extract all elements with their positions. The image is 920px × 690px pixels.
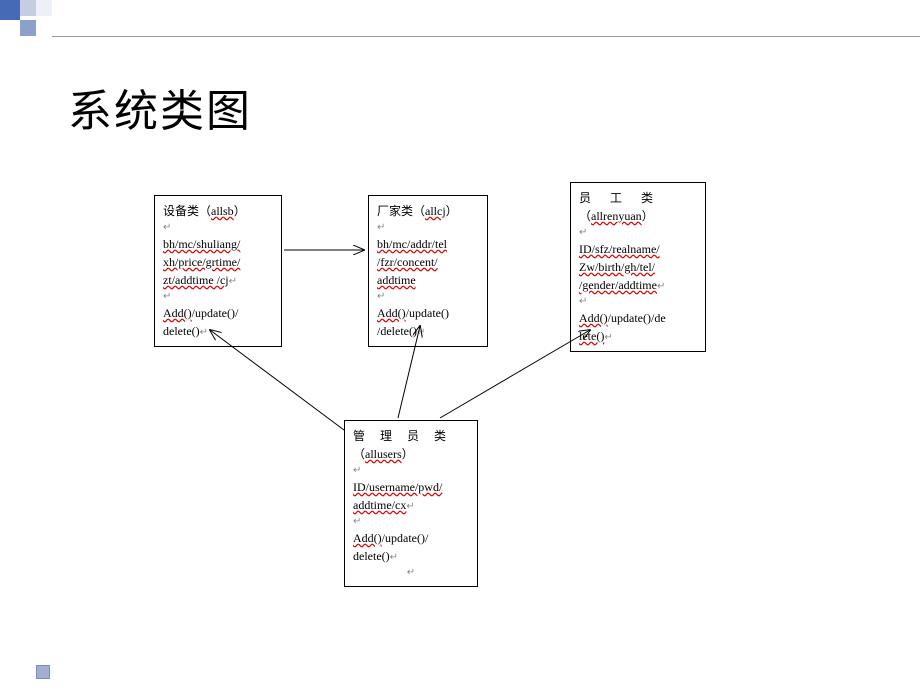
method: Add()	[163, 306, 192, 320]
attributes: zt/addtime /cj	[163, 273, 229, 287]
class-box-factory: 厂家类（allcj） ↵ bh/mc/addr/tel /fzr/concent…	[368, 195, 488, 347]
page-title: 系统类图	[68, 75, 252, 139]
attrs-line: zt/addtime /cj↵	[163, 271, 273, 289]
attrs-line: xh/price/grtime/	[163, 253, 273, 271]
class-box-device: 设备类（allsb） ↵ bh/mc/shuliang/ xh/price/gr…	[154, 195, 282, 347]
attrs-line: bh/mc/shuliang/	[163, 235, 273, 253]
method: /update()	[406, 306, 449, 320]
paragraph-mark: ↵	[353, 565, 469, 580]
deco-square	[36, 0, 52, 16]
class-name: 员 工 类	[579, 189, 697, 207]
class-name-line2: （allrenyuan）	[579, 207, 697, 225]
class-name: 管 理 员 类	[353, 427, 469, 445]
class-identifier: allrenyuan	[591, 209, 642, 223]
class-name: 厂家类（allcj）	[377, 202, 479, 220]
attrs-line: addtime	[377, 271, 479, 289]
paragraph-mark: ↵	[163, 289, 273, 304]
paragraph-mark: ↵	[579, 294, 697, 309]
label: ）	[234, 204, 246, 218]
method: /update()/	[382, 531, 429, 545]
label: ）	[402, 447, 414, 461]
label: （	[353, 447, 365, 461]
attributes: ID/sfz/realname/	[579, 242, 660, 256]
attrs-line: bh/mc/addr/tel	[377, 235, 479, 253]
slide-bullet-icon	[36, 665, 50, 679]
methods-line: Add()/update()/	[353, 529, 469, 547]
method: delete()	[353, 549, 390, 563]
label: ）	[642, 209, 654, 223]
attrs-line: addtime/cx↵	[353, 496, 469, 514]
attrs-line: /fzr/concent/	[377, 253, 479, 271]
divider-line	[52, 36, 920, 37]
label: ）	[446, 204, 458, 218]
paragraph-mark: ↵	[377, 220, 479, 235]
class-box-admin: 管 理 员 类 （allusers） ↵ ID/username/pwd/ ad…	[344, 420, 478, 587]
class-name-line2: （allusers）	[353, 445, 469, 463]
class-identifier: allusers	[365, 447, 402, 461]
label: 管 理 员 类	[353, 429, 452, 443]
methods-line: delete()↵	[163, 322, 273, 340]
method: Add()	[579, 311, 608, 325]
attrs-line: ID/sfz/realname/	[579, 240, 697, 258]
method: lete()	[579, 329, 604, 343]
method: Add()	[377, 306, 406, 320]
paragraph-mark: ↵	[353, 514, 469, 529]
class-name: 设备类（allsb）	[163, 202, 273, 220]
paragraph-mark: ↵	[579, 225, 697, 240]
attributes: addtime	[377, 273, 416, 287]
attrs-line: ID/username/pwd/	[353, 478, 469, 496]
method: /update()/	[192, 306, 239, 320]
method: Add()	[353, 531, 382, 545]
attrs-line: /gender/addtime↵	[579, 276, 697, 294]
attrs-line: Zw/birth/gh/tel/	[579, 258, 697, 276]
methods-line: Add()/update()/	[163, 304, 273, 322]
attributes: addtime/cx	[353, 498, 406, 512]
class-identifier: allsb	[211, 204, 234, 218]
slide-corner-decoration	[0, 0, 60, 36]
attributes: /gender/addtime	[579, 278, 657, 292]
methods-line: Add()/update()/de	[579, 309, 697, 327]
class-identifier: allcj	[425, 204, 446, 218]
label: 员 工 类	[579, 191, 661, 205]
method: delete()	[163, 324, 200, 338]
deco-square	[20, 0, 36, 16]
method: /update()/de	[608, 311, 666, 325]
methods-line: /delete()↵	[377, 322, 479, 340]
attributes: bh/mc/addr/tel	[377, 237, 447, 251]
deco-square	[20, 20, 36, 36]
deco-square	[0, 0, 20, 20]
methods-line: Add()/update()	[377, 304, 479, 322]
class-box-employee: 员 工 类 （allrenyuan） ↵ ID/sfz/realname/ Zw…	[570, 182, 706, 352]
paragraph-mark: ↵	[353, 463, 469, 478]
method: /delete()	[377, 324, 417, 338]
paragraph-mark: ↵	[163, 220, 273, 235]
methods-line: delete()↵	[353, 547, 469, 565]
attributes: Zw/birth/gh/tel/	[579, 260, 655, 274]
methods-line: lete()↵	[579, 327, 697, 345]
label: （	[579, 209, 591, 223]
attributes: xh/price/grtime/	[163, 255, 240, 269]
attributes: ID/username/pwd/	[353, 480, 442, 494]
label: 厂家类（	[377, 204, 425, 218]
label: 设备类（	[163, 204, 211, 218]
paragraph-mark: ↵	[377, 289, 479, 304]
attributes: /fzr/concent/	[377, 255, 438, 269]
attributes: bh/mc/shuliang/	[163, 237, 240, 251]
